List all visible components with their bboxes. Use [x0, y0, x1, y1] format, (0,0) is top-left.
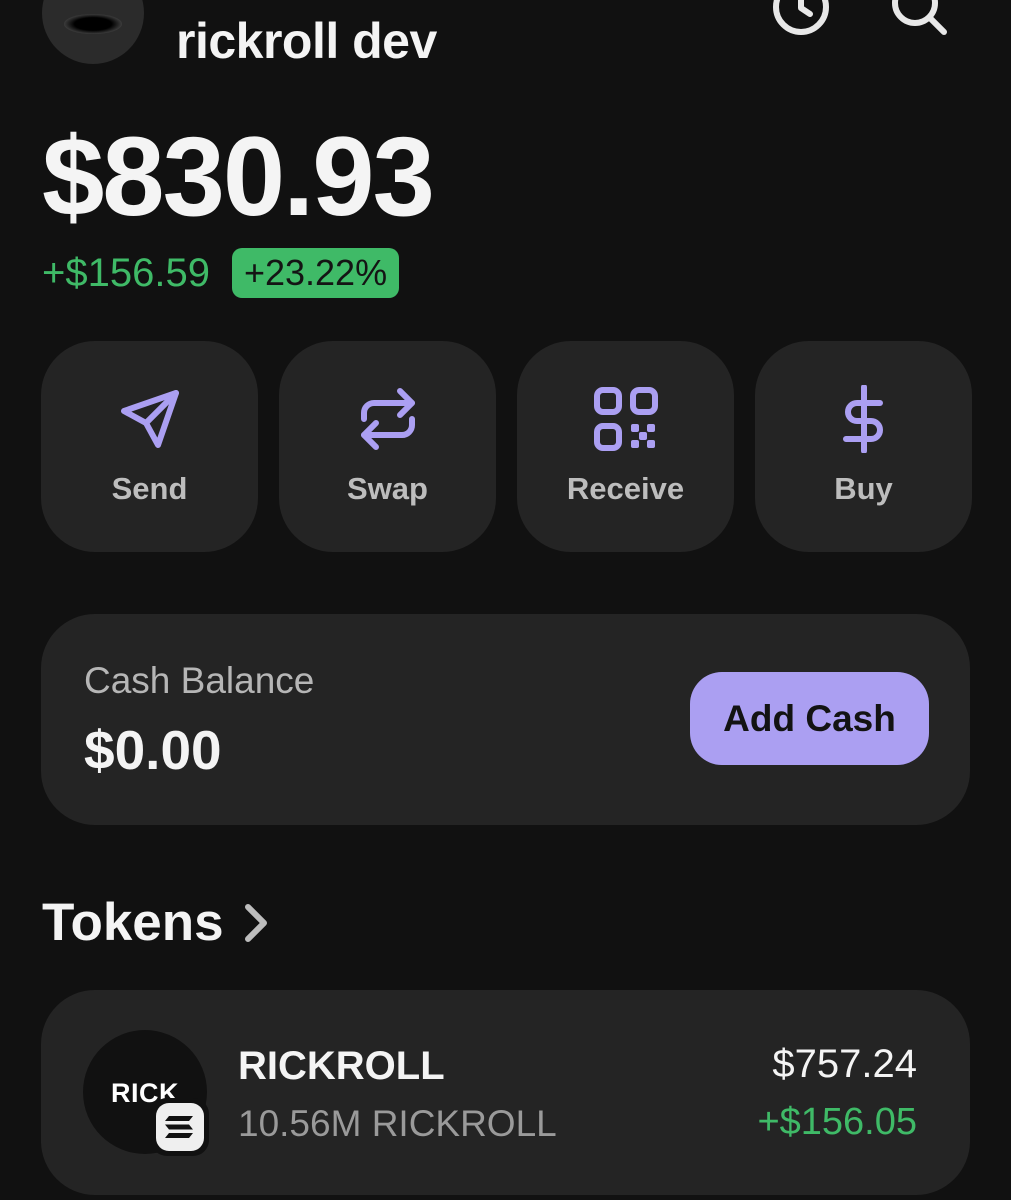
- tokens-title: Tokens: [42, 893, 224, 952]
- history-icon[interactable]: [770, 0, 832, 38]
- search-icon[interactable]: [888, 0, 950, 38]
- token-row[interactable]: RICK RICKROLL 10.56M RICKROLL $757.24 +$…: [41, 990, 970, 1195]
- cash-balance-amount: $0.00: [84, 719, 222, 781]
- action-buttons: Send Swap Receive Buy: [41, 341, 972, 552]
- cash-balance-label: Cash Balance: [84, 660, 315, 701]
- solana-chain-badge: [151, 1098, 209, 1156]
- change-percent-badge: +23.22%: [231, 248, 400, 298]
- token-name: RICKROLL: [238, 1044, 445, 1088]
- send-button[interactable]: Send: [41, 341, 258, 552]
- token-change: +$156.05: [757, 1101, 917, 1143]
- add-cash-button[interactable]: Add Cash: [690, 672, 929, 765]
- swap-button[interactable]: Swap: [279, 341, 496, 552]
- buy-button[interactable]: Buy: [755, 341, 972, 552]
- token-amount: 10.56M RICKROLL: [238, 1103, 557, 1144]
- token-value: $757.24: [772, 1042, 917, 1086]
- buy-label: Buy: [834, 471, 893, 506]
- receive-button[interactable]: Receive: [517, 341, 734, 552]
- portfolio-change: +$156.59 +23.22%: [42, 248, 400, 298]
- wallet-name[interactable]: rickroll dev: [176, 12, 437, 70]
- send-label: Send: [111, 471, 188, 506]
- portfolio-balance: $830.93: [42, 114, 435, 239]
- cash-balance-card: Cash Balance $0.00 Add Cash: [41, 614, 970, 825]
- qr-code-icon: [592, 385, 660, 453]
- solana-icon: [156, 1103, 204, 1151]
- swap-icon: [354, 385, 422, 453]
- tokens-heading[interactable]: Tokens: [42, 892, 270, 953]
- send-icon: [116, 385, 184, 453]
- avatar-image: [64, 14, 122, 34]
- dollar-icon: [830, 384, 898, 454]
- account-avatar[interactable]: [42, 0, 144, 64]
- chevron-right-icon: [242, 903, 270, 943]
- receive-label: Receive: [566, 471, 685, 506]
- swap-label: Swap: [347, 471, 428, 506]
- change-amount: +$156.59: [42, 250, 210, 295]
